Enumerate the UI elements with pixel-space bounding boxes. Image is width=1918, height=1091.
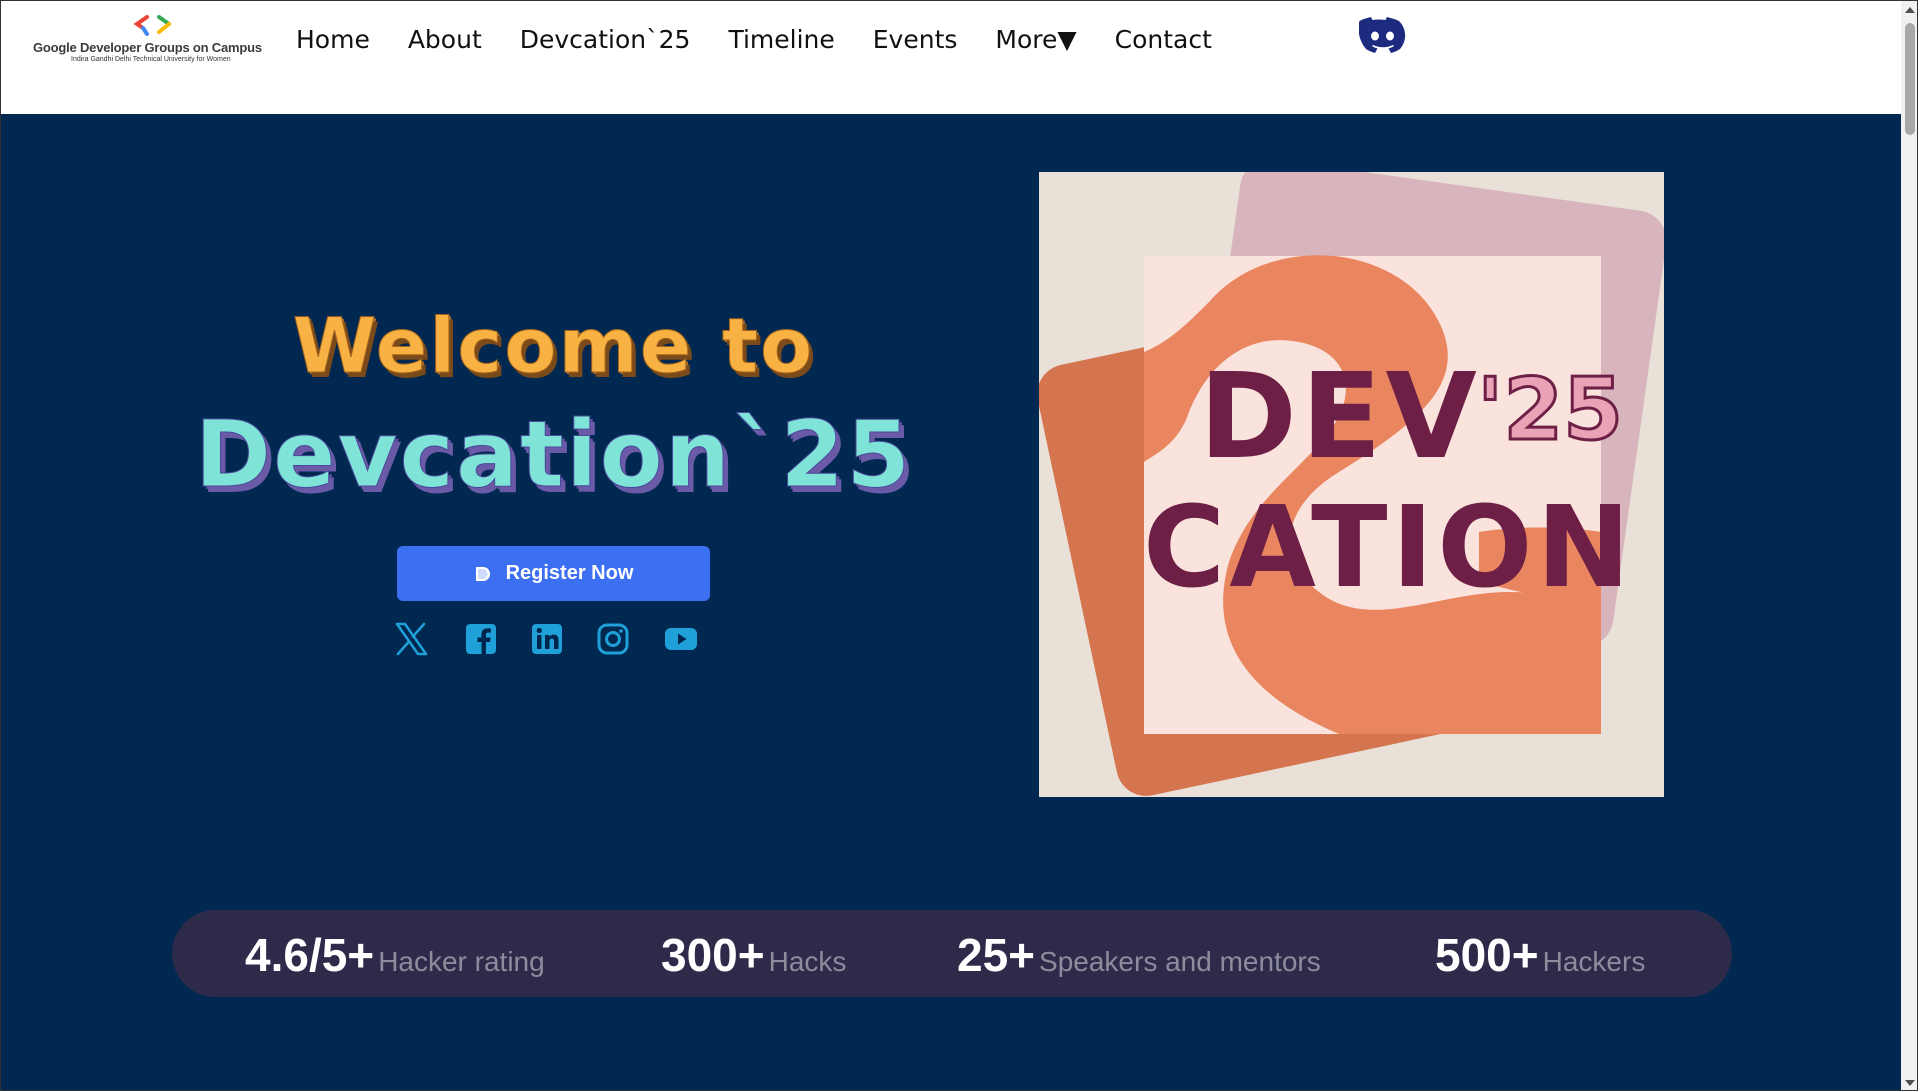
- poster-year-text: '25: [1475, 360, 1624, 460]
- instagram-icon[interactable]: [595, 621, 631, 657]
- logo-subtitle: Indira Gandhi Delhi Technical University…: [71, 56, 231, 63]
- stat-value: 25+: [957, 929, 1036, 981]
- stat-value: 500+: [1435, 929, 1539, 981]
- stat-value: 4.6/5+: [245, 929, 375, 981]
- scroll-down-arrow-icon[interactable]: [1905, 1080, 1915, 1086]
- nav-contact[interactable]: Contact: [1115, 23, 1212, 57]
- devcation-poster: DEV '25 CATION: [1039, 172, 1664, 797]
- stats-bar: 4.6/5+ Hacker rating 300+ Hacks 25+ Spea…: [172, 910, 1732, 997]
- youtube-icon[interactable]: [663, 621, 699, 657]
- discord-icon[interactable]: [1359, 15, 1407, 55]
- stat-label: Hacks: [768, 946, 847, 977]
- register-now-label: Register Now: [505, 562, 634, 584]
- nav-timeline[interactable]: Timeline: [728, 23, 834, 57]
- nav-events[interactable]: Events: [873, 23, 958, 57]
- gdg-brackets-logo-icon: [133, 15, 171, 36]
- stat-label: Speakers and mentors: [1039, 946, 1321, 977]
- stat-label: Hacker rating: [378, 946, 545, 977]
- poster-cation-text: CATION: [1143, 483, 1635, 613]
- page: Google Developer Groups on Campus Indira…: [0, 0, 1918, 1091]
- linkedin-icon[interactable]: [529, 621, 565, 657]
- nav-about[interactable]: About: [408, 23, 482, 57]
- register-now-button[interactable]: Register Now: [397, 546, 710, 601]
- welcome-heading: Welcome to: [292, 301, 815, 391]
- devfolio-icon: [475, 566, 490, 581]
- gdg-logo[interactable]: Google Developer Groups on Campus Indira…: [29, 15, 274, 67]
- stat-speakers-mentors: 25+ Speakers and mentors: [957, 928, 1321, 982]
- logo-title: Google Developer Groups on Campus: [33, 40, 262, 55]
- stat-label: Hackers: [1542, 946, 1646, 977]
- scroll-up-arrow-icon[interactable]: [1905, 7, 1915, 13]
- devcation-title: Devcation`25: [194, 401, 913, 509]
- x-icon[interactable]: [393, 621, 429, 657]
- poster-dev-text: DEV: [1199, 347, 1481, 485]
- nav-home[interactable]: Home: [296, 23, 370, 57]
- scroll-thumb[interactable]: [1905, 23, 1915, 135]
- stat-hacker-rating: 4.6/5+ Hacker rating: [245, 928, 545, 982]
- page-scrollbar[interactable]: [1901, 1, 1917, 1090]
- navbar: Google Developer Groups on Campus Indira…: [1, 1, 1901, 114]
- nav-links: Home About Devcation`25 Timeline Events …: [296, 23, 1250, 57]
- stat-hackers: 500+ Hackers: [1435, 928, 1645, 982]
- stat-hacks: 300+ Hacks: [661, 928, 846, 982]
- nav-devcation[interactable]: Devcation`25: [520, 23, 691, 57]
- social-links: [393, 621, 713, 657]
- facebook-icon[interactable]: [463, 621, 499, 657]
- stat-value: 300+: [661, 929, 765, 981]
- nav-more-dropdown[interactable]: More▼: [995, 23, 1076, 57]
